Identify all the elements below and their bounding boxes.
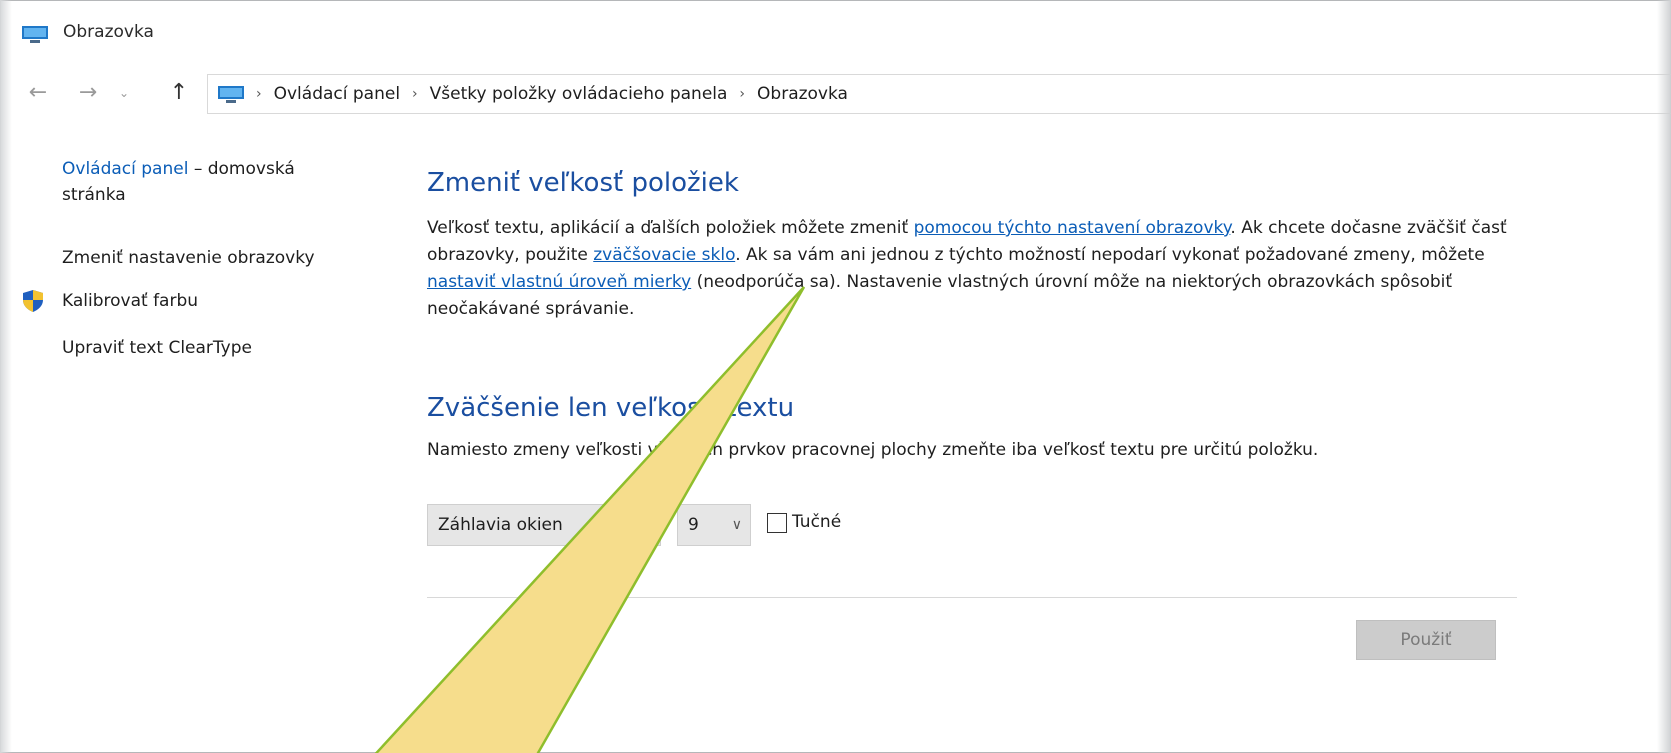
text-size-description: Namiesto zmeny veľkosti všetkých prvkov … bbox=[427, 440, 1319, 460]
up-arrow-icon[interactable]: ↑ bbox=[163, 78, 195, 108]
control-panel-home-link[interactable]: Ovládací panel bbox=[62, 159, 188, 179]
item-select-value: Záhlavia okien bbox=[438, 515, 563, 535]
sidebar-home: Ovládací panel – domovská stránka bbox=[62, 156, 362, 208]
font-size-select-value: 9 bbox=[688, 515, 699, 535]
chevron-down-icon: ∨ bbox=[731, 517, 742, 533]
magnifier-link[interactable]: zväčšovacie sklo bbox=[593, 245, 735, 265]
navigation-bar: ← → ⌄ ↑ › Ovládací panel › Všetky položk… bbox=[0, 72, 1671, 116]
window-title: Obrazovka bbox=[63, 22, 154, 42]
sidebar-item-change-display-settings[interactable]: Zmeniť nastavenie obrazovky bbox=[62, 248, 315, 268]
back-arrow-icon[interactable]: ← bbox=[22, 78, 54, 108]
bold-checkbox[interactable] bbox=[767, 513, 787, 533]
title-bar: Obrazovka bbox=[0, 0, 1671, 68]
recent-locations-chevron-icon[interactable]: ⌄ bbox=[108, 78, 140, 108]
sidebar: Ovládací panel – domovská stránka bbox=[62, 156, 382, 208]
apply-button[interactable]: Použiť bbox=[1356, 620, 1496, 660]
custom-scaling-link[interactable]: nastaviť vlastnú úroveň mierky bbox=[427, 272, 691, 292]
chevron-down-icon: ∨ bbox=[641, 517, 652, 533]
change-size-heading: Zmeniť veľkosť položiek bbox=[427, 168, 739, 198]
control-panel-window: Obrazovka ← → ⌄ ↑ › Ovládací panel › Vše… bbox=[0, 0, 1671, 753]
address-bar[interactable]: › Ovládací panel › Všetky položky ovláda… bbox=[207, 74, 1671, 114]
description-text: . Ak sa vám ani jednou z týchto možností… bbox=[735, 245, 1485, 265]
uac-shield-icon bbox=[23, 290, 43, 312]
breadcrumb-control-panel[interactable]: Ovládací panel bbox=[274, 84, 400, 104]
bold-checkbox-label[interactable]: Tučné bbox=[792, 512, 841, 532]
sidebar-item-adjust-cleartype[interactable]: Upraviť text ClearType bbox=[62, 338, 252, 358]
description-text: Veľkosť textu, aplikácií a ďalších polož… bbox=[427, 218, 914, 238]
monitor-icon bbox=[22, 26, 48, 43]
item-select[interactable]: Záhlavia okien ∨ bbox=[427, 504, 661, 546]
text-size-heading: Zväčšenie len veľkosti textu bbox=[427, 393, 795, 423]
forward-arrow-icon[interactable]: → bbox=[72, 78, 104, 108]
display-settings-link[interactable]: pomocou týchto nastavení obrazovky bbox=[914, 218, 1231, 238]
font-size-select[interactable]: 9 ∨ bbox=[677, 504, 751, 546]
breadcrumb-separator-icon: › bbox=[256, 86, 262, 102]
sidebar-item-calibrate-color[interactable]: Kalibrovať farbu bbox=[62, 291, 198, 311]
breadcrumb-separator-icon: › bbox=[739, 86, 746, 102]
breadcrumb-display[interactable]: Obrazovka bbox=[757, 84, 848, 104]
monitor-icon bbox=[218, 85, 244, 103]
change-size-description: Veľkosť textu, aplikácií a ďalších polož… bbox=[427, 215, 1527, 323]
divider bbox=[427, 597, 1517, 598]
breadcrumb-separator-icon: › bbox=[412, 86, 418, 102]
window-edge-right bbox=[1657, 0, 1671, 753]
breadcrumb-all-items[interactable]: Všetky položky ovládacieho panela bbox=[430, 84, 728, 104]
